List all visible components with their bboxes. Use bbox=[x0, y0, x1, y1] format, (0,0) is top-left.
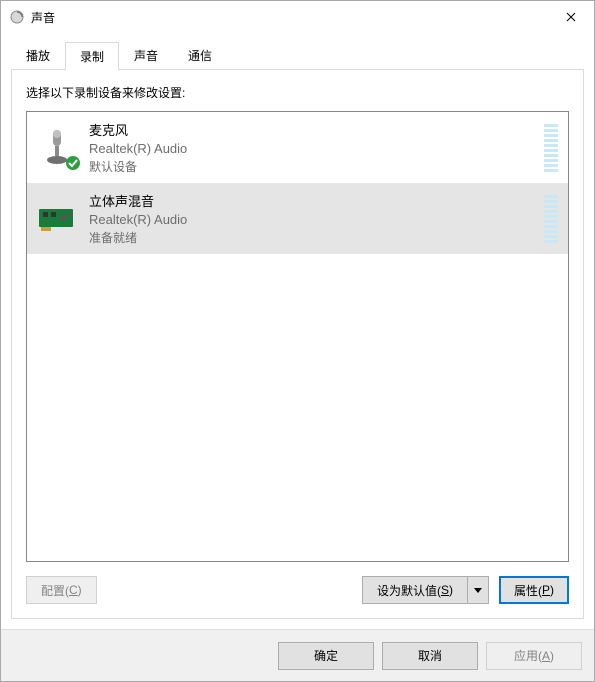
tab-sound[interactable]: 声音 bbox=[119, 41, 173, 69]
device-info: 麦克风 Realtek(R) Audio 默认设备 bbox=[89, 120, 532, 175]
microphone-icon bbox=[37, 124, 77, 172]
dialog-footer: 确定 取消 应用(A) bbox=[1, 629, 594, 681]
dialog-content: 播放 录制 声音 通信 选择以下录制设备来修改设置: bbox=[1, 33, 594, 629]
device-name: 立体声混音 bbox=[89, 191, 532, 210]
device-info: 立体声混音 Realtek(R) Audio 准备就绪 bbox=[89, 191, 532, 246]
level-meter bbox=[544, 195, 558, 243]
tab-comm[interactable]: 通信 bbox=[173, 41, 227, 69]
set-default-button[interactable]: 设为默认值(S) bbox=[362, 576, 467, 604]
apply-button: 应用(A) bbox=[486, 642, 582, 670]
device-list[interactable]: 麦克风 Realtek(R) Audio 默认设备 bbox=[26, 111, 569, 562]
set-default-dropdown[interactable] bbox=[467, 576, 489, 604]
app-icon bbox=[9, 9, 25, 25]
device-item[interactable]: 麦克风 Realtek(R) Audio 默认设备 bbox=[27, 112, 568, 183]
properties-button[interactable]: 属性(P) bbox=[499, 576, 569, 604]
chevron-down-icon bbox=[474, 588, 482, 593]
cancel-button[interactable]: 取消 bbox=[382, 642, 478, 670]
level-meter bbox=[544, 124, 558, 172]
default-check-icon bbox=[65, 155, 81, 174]
device-item[interactable]: 立体声混音 Realtek(R) Audio 准备就绪 bbox=[27, 183, 568, 254]
configure-button: 配置(C) bbox=[26, 576, 97, 604]
close-button[interactable] bbox=[548, 1, 594, 33]
window-title: 声音 bbox=[31, 9, 548, 26]
tab-strip: 播放 录制 声音 通信 bbox=[11, 41, 584, 69]
close-icon bbox=[566, 12, 576, 22]
tab-panel: 选择以下录制设备来修改设置: 麦克风 Realtek(R) A bbox=[11, 69, 584, 619]
ok-button[interactable]: 确定 bbox=[278, 642, 374, 670]
set-default-split: 设为默认值(S) bbox=[362, 576, 489, 604]
instruction-text: 选择以下录制设备来修改设置: bbox=[26, 84, 569, 101]
device-status: 准备就绪 bbox=[89, 229, 532, 246]
titlebar: 声音 bbox=[1, 1, 594, 33]
tab-playback[interactable]: 播放 bbox=[11, 41, 65, 69]
panel-buttons: 配置(C) 设为默认值(S) 属性(P) bbox=[26, 576, 569, 604]
soundcard-icon bbox=[37, 195, 77, 243]
tab-recording[interactable]: 录制 bbox=[65, 42, 119, 70]
device-name: 麦克风 bbox=[89, 120, 532, 139]
device-driver: Realtek(R) Audio bbox=[89, 141, 532, 156]
device-driver: Realtek(R) Audio bbox=[89, 212, 532, 227]
device-status: 默认设备 bbox=[89, 158, 532, 175]
